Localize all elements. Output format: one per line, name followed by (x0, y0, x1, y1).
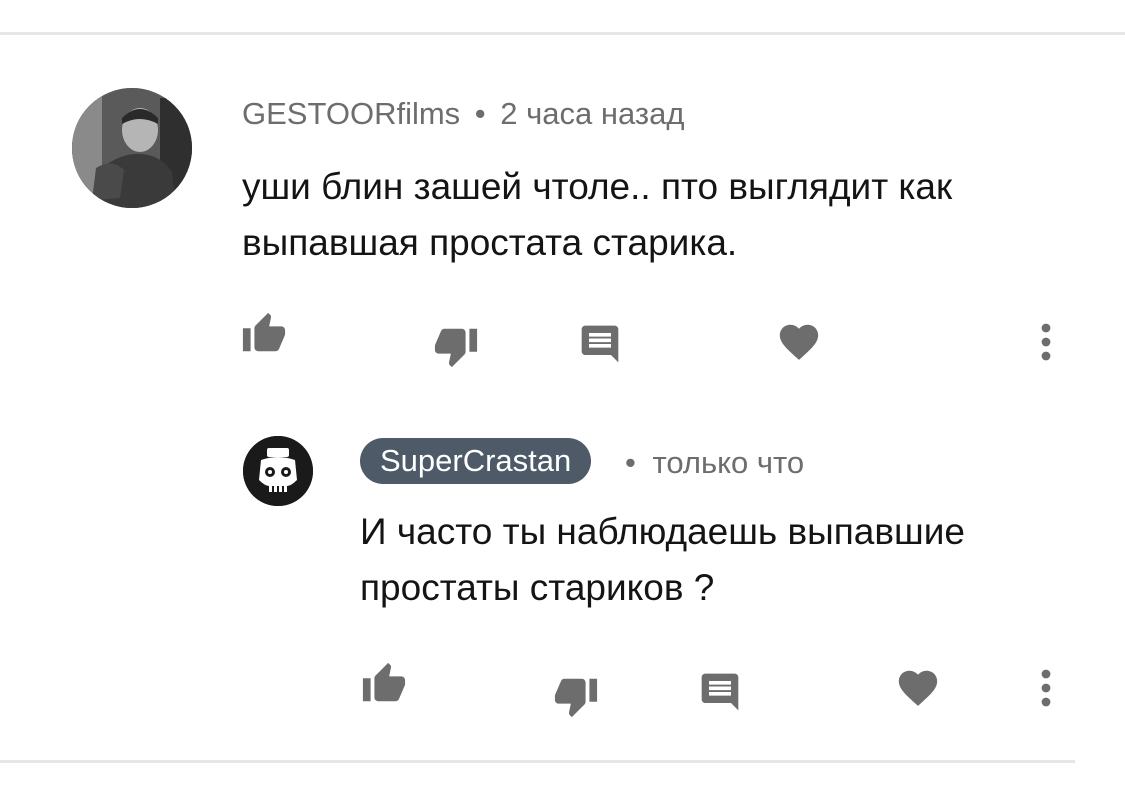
thumbs-down-icon (434, 328, 478, 368)
more-vertical-icon (1041, 323, 1051, 361)
avatar[interactable] (72, 88, 192, 208)
dislike-button[interactable] (432, 322, 480, 370)
thumbs-up-icon (242, 312, 286, 352)
reply-like-button[interactable] (360, 660, 408, 708)
user-photo-icon (72, 88, 192, 208)
author-name[interactable]: GESTOORfilms (242, 96, 460, 131)
reply-reply-button[interactable] (696, 668, 744, 716)
timestamp: 2 часа назад (500, 96, 685, 131)
meta-separator: • (474, 96, 486, 131)
reply-more-options-button[interactable] (1022, 664, 1070, 712)
reply-author-badge[interactable]: SuperCrastan (360, 438, 592, 484)
heart-button[interactable] (775, 318, 823, 366)
reply-timestamp: только что (652, 445, 805, 480)
reply-meta: • только что (625, 445, 804, 481)
heart-icon (898, 670, 938, 706)
more-options-button[interactable] (1022, 318, 1070, 366)
reply-avatar[interactable] (243, 436, 313, 506)
meta-separator: • (625, 445, 636, 480)
bottom-divider (0, 760, 1075, 763)
reply-heart-button[interactable] (894, 664, 942, 712)
heart-icon (779, 324, 819, 360)
top-divider (0, 32, 1125, 35)
skull-icon (243, 436, 313, 506)
reply-dislike-button[interactable] (552, 672, 600, 720)
more-vertical-icon (1041, 669, 1051, 707)
reply-text: И часто ты наблюдаешь выпавшие простаты … (360, 511, 965, 608)
comment-meta: GESTOORfilms • 2 часа назад (242, 96, 684, 132)
comment-text: уши блин зашей чтоле.. пто выглядит как … (242, 166, 953, 263)
like-button[interactable] (240, 310, 288, 358)
comment-icon (701, 673, 739, 711)
reply-button[interactable] (576, 320, 624, 368)
comment-icon (581, 325, 619, 363)
thumbs-up-icon (362, 662, 406, 702)
thumbs-down-icon (554, 678, 598, 718)
